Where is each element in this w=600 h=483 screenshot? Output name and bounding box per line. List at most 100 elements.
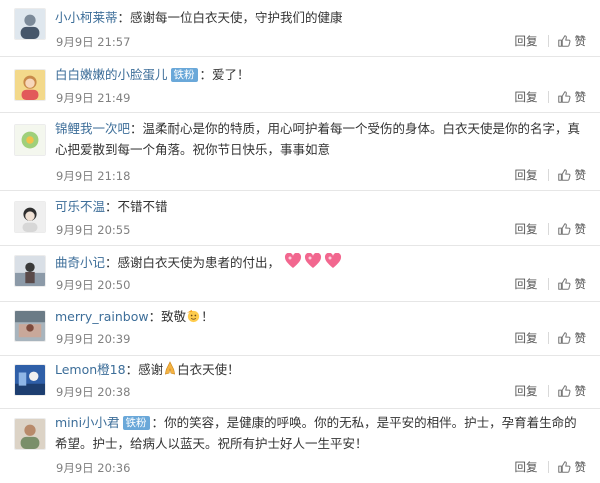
avatar[interactable]: [14, 69, 46, 101]
thumbs-up-icon: [557, 332, 571, 344]
thumbs-up-icon: [557, 223, 571, 235]
colon: ：: [105, 255, 118, 270]
like-button[interactable]: 赞: [557, 89, 586, 105]
fan-badge: 铁粉: [170, 68, 198, 82]
colon: ：: [199, 67, 213, 82]
username-link[interactable]: 可乐不温: [55, 199, 105, 214]
comment-body: Lemon橙18：感谢 白衣天使！: [55, 359, 590, 382]
thumbs-up-icon: [557, 278, 571, 290]
reply-button[interactable]: 回复: [515, 33, 538, 49]
username-link[interactable]: 小小柯莱蒂: [55, 10, 118, 25]
comment-item: 可乐不温：不错不错 9月9日 20:55 回复 赞: [0, 191, 600, 246]
comment-actions: 回复 赞: [515, 33, 587, 49]
avatar[interactable]: [14, 201, 46, 233]
comment-text: 感谢白衣天使为患者的付出，: [117, 255, 281, 270]
comment-time: 9月9日 20:39: [56, 332, 131, 346]
divider: [547, 332, 549, 344]
like-button[interactable]: 赞: [557, 33, 587, 49]
comment-text: 感谢: [138, 362, 164, 377]
salute-emoji-icon: [186, 308, 201, 329]
reply-button[interactable]: 回复: [515, 89, 538, 105]
avatar[interactable]: [14, 124, 46, 156]
username-link[interactable]: merry_rainbow: [55, 309, 149, 324]
thumbs-up-icon: [557, 91, 571, 103]
reply-button[interactable]: 回复: [515, 276, 538, 292]
colon: ：: [148, 309, 162, 324]
comment-body: 曲奇小记：感谢白衣天使为患者的付出，: [55, 252, 590, 275]
colon: ：: [125, 362, 139, 377]
like-label: 赞: [574, 384, 587, 398]
comment-item: merry_rainbow：致敬 ！ 9月9日 20:39 回复 赞: [0, 302, 600, 356]
comment-time: 9月9日 20:55: [56, 223, 131, 237]
avatar[interactable]: [14, 418, 46, 450]
comment-actions: 回复 赞: [515, 276, 587, 292]
comment-actions: 回复 赞: [515, 221, 587, 237]
like-button[interactable]: 赞: [557, 383, 587, 399]
comment-actions: 回复 赞: [515, 167, 587, 183]
like-label: 赞: [574, 460, 587, 474]
comment-text: 致敬: [161, 309, 187, 324]
username-link[interactable]: mini小小君: [55, 415, 120, 430]
thumbs-up-icon: [557, 35, 571, 47]
comment-text: 感谢每一位白衣天使，守护我们的健康: [130, 10, 343, 25]
comment-text-end: ！: [201, 309, 214, 324]
like-button[interactable]: 赞: [557, 167, 586, 183]
divider: [547, 169, 549, 181]
comment-list: 小小柯莱蒂：感谢每一位白衣天使，守护我们的健康 9月9日 21:57 回复 赞 …: [0, 0, 600, 483]
divider: [547, 278, 549, 290]
divider: [547, 223, 549, 235]
reply-button[interactable]: 回复: [515, 330, 538, 346]
like-button[interactable]: 赞: [557, 276, 587, 292]
like-button[interactable]: 赞: [557, 459, 587, 475]
comment-text: 不错不错: [117, 199, 168, 214]
like-label: 赞: [574, 34, 587, 48]
reply-button[interactable]: 回复: [515, 167, 538, 183]
comment-item: 白白嫩嫩的小脸蛋儿 铁粉 ：爱了！ 9月9日 21:49 回复 赞: [0, 57, 600, 113]
reply-button[interactable]: 回复: [515, 459, 538, 475]
divider: [547, 91, 549, 103]
username-link[interactable]: Lemon橙18: [55, 362, 126, 377]
comment-time: 9月9日 20:50: [56, 278, 131, 292]
comment-time: 9月9日 20:36: [56, 461, 131, 475]
like-button[interactable]: 赞: [557, 330, 587, 346]
reply-button[interactable]: 回复: [515, 383, 538, 399]
reply-button[interactable]: 回复: [515, 221, 538, 237]
comment-item: 小小柯莱蒂：感谢每一位白衣天使，守护我们的健康 9月9日 21:57 回复 赞: [0, 0, 600, 57]
username-link[interactable]: 白白嫩嫩的小脸蛋儿: [55, 67, 168, 82]
comment-actions: 回复 赞: [515, 89, 587, 105]
comment-item: mini小小君 铁粉 ：你的笑容，是健康的呼唤。你的无私，是平安的相伴。护士，孕育着…: [0, 409, 600, 483]
comment-actions: 回复 赞: [515, 383, 587, 399]
avatar[interactable]: [14, 8, 46, 40]
colon: ：: [130, 121, 143, 136]
colon: ：: [117, 10, 131, 25]
comment-body: mini小小君 铁粉 ：你的笑容，是健康的呼唤。你的无私，是平安的相伴。护士，孕育着…: [55, 412, 585, 454]
comment-body: 白白嫩嫩的小脸蛋儿 铁粉 ：爱了！: [55, 64, 590, 85]
divider: [547, 385, 549, 397]
comment-body: 小小柯莱蒂：感谢每一位白衣天使，守护我们的健康: [55, 7, 590, 28]
comment-time: 9月9日 20:38: [56, 385, 131, 399]
thumbs-up-icon: [557, 385, 571, 397]
avatar[interactable]: [14, 255, 46, 287]
like-label: 赞: [574, 331, 587, 345]
username-link[interactable]: 曲奇小记: [55, 255, 105, 270]
colon: ：: [151, 415, 165, 430]
comment-body: 可乐不温：不错不错: [55, 196, 590, 217]
thumbs-up-icon: [557, 169, 571, 181]
comment-item: Lemon橙18：感谢 白衣天使！ 9月9日 20:38 回复 赞: [0, 356, 600, 409]
like-label: 赞: [574, 277, 587, 291]
username-link[interactable]: 锦鲤我一次吧: [55, 121, 130, 136]
pray-emoji-icon: [163, 361, 177, 382]
hearts-emoji-icon: [284, 252, 342, 275]
like-button[interactable]: 赞: [557, 221, 587, 237]
like-label: 赞: [574, 222, 587, 236]
colon: ：: [105, 199, 118, 214]
comment-body: merry_rainbow：致敬 ！: [55, 306, 590, 329]
comment-body: 锦鲤我一次吧：温柔耐心是你的特质，用心呵护着每一个受伤的身体。白衣天使是你的名字…: [55, 118, 585, 160]
comment-actions: 回复 赞: [515, 459, 587, 475]
avatar[interactable]: [14, 310, 46, 342]
comment-actions: 回复 赞: [515, 330, 587, 346]
avatar[interactable]: [14, 364, 46, 396]
comment-item: 锦鲤我一次吧：温柔耐心是你的特质，用心呵护着每一个受伤的身体。白衣天使是你的名字…: [0, 113, 600, 191]
thumbs-up-icon: [557, 461, 571, 473]
divider: [547, 461, 549, 473]
